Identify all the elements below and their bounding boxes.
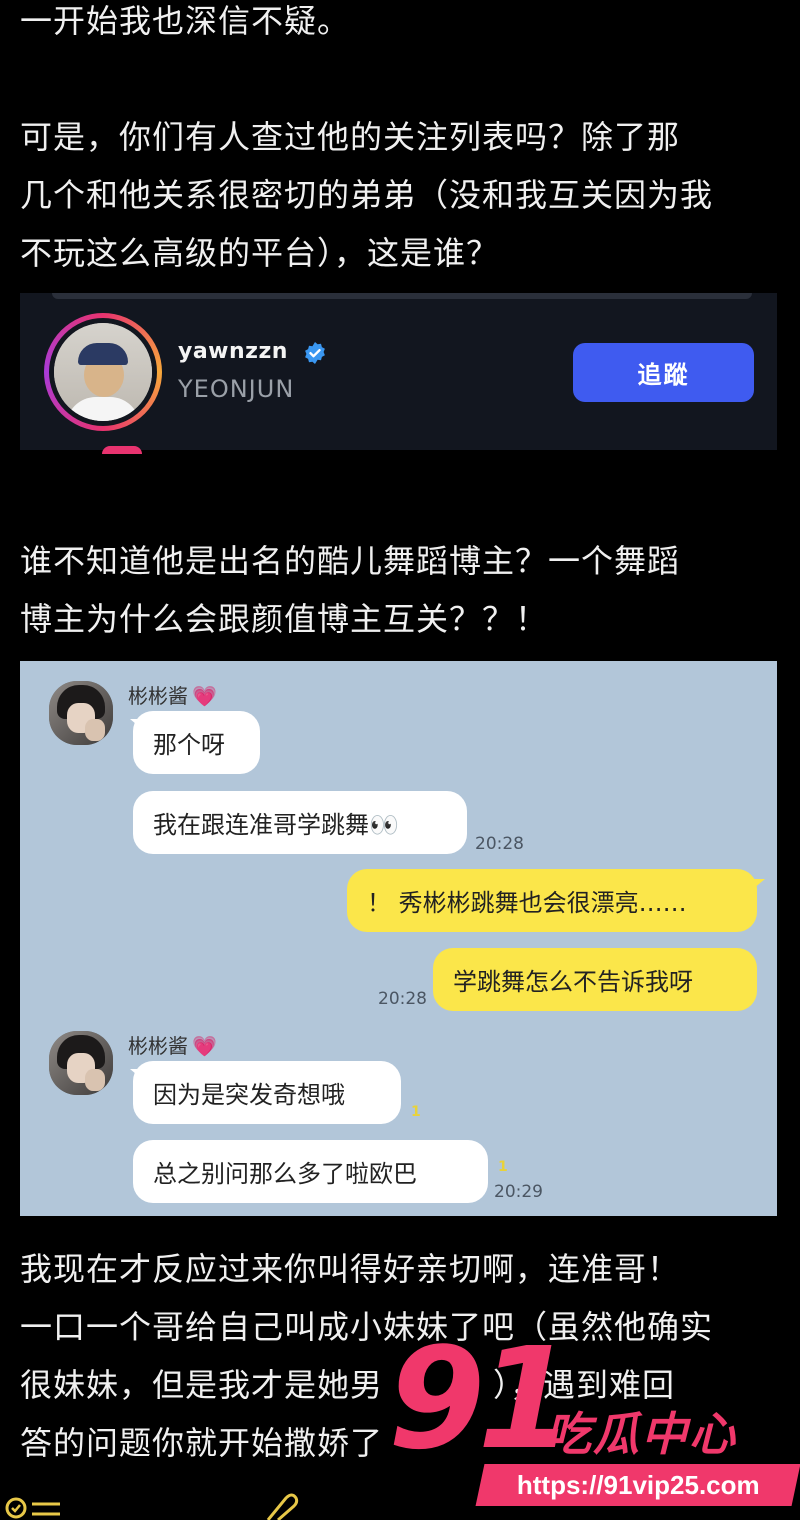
watermark-number: 91	[388, 1318, 575, 1481]
message-time: 20:29	[494, 1182, 543, 1202]
chat-screenshot: 彬彬酱 💗 那个呀 我在跟连准哥学跳舞👀 20:28 ！ 秀彬彬跳舞也会很漂亮………	[20, 661, 777, 1216]
verified-badge-icon	[305, 342, 325, 364]
display-name: YEONJUN	[178, 375, 295, 403]
next-story-ring	[102, 446, 142, 454]
story-ring[interactable]	[44, 313, 162, 431]
post-paragraph-1: 一开始我也深信不疑。	[20, 0, 790, 50]
post-line: 一开始我也深信不疑。	[20, 2, 351, 40]
unread-count: 1	[498, 1159, 508, 1175]
username[interactable]: yawnzzn	[178, 339, 288, 364]
list-icon[interactable]	[4, 1490, 64, 1520]
message-time: 20:28	[378, 989, 427, 1009]
contact-name: 彬彬酱 💗	[128, 1030, 217, 1059]
follow-card: yawnzzn YEONJUN 追蹤	[20, 293, 777, 454]
post-line: 可是，你们有人查过他的关注列表吗？除了那	[20, 118, 681, 156]
post-line: 谁不知道他是出名的酷儿舞蹈博主？一个舞蹈	[20, 542, 681, 580]
post-line: 不玩这么高级的平台），这是谁？	[20, 234, 500, 272]
card-divider	[52, 293, 752, 299]
bottom-toolbar	[0, 1490, 800, 1520]
post-paragraph-2: 可是，你们有人查过他的关注列表吗？除了那 几个和他关系很密切的弟弟（没和我互关因…	[20, 108, 790, 282]
paperclip-icon[interactable]	[260, 1490, 300, 1520]
unread-count: 1	[411, 1104, 421, 1120]
post-line: 博主为什么会跟颜值博主互关？？！	[20, 600, 549, 638]
heart-icon: 💗	[192, 1034, 217, 1058]
watermark-brand: 吃瓜中心	[545, 1407, 737, 1461]
contact-avatar[interactable]	[49, 1031, 113, 1095]
post-line: 几个和他关系很密切的弟弟（没和我互关因为我	[20, 176, 714, 214]
message-bubble[interactable]: 总之别问那么多了啦欧巴	[133, 1140, 488, 1203]
contact-name: 彬彬酱 💗	[128, 680, 217, 709]
message-bubble[interactable]: 因为是突发奇想哦	[133, 1061, 401, 1124]
follow-button[interactable]: 追蹤	[573, 343, 754, 402]
profile-avatar	[54, 323, 152, 421]
message-time: 20:28	[475, 834, 524, 854]
contact-name-text: 彬彬酱	[128, 1034, 188, 1058]
contact-name-text: 彬彬酱	[128, 684, 188, 708]
post-line: 很妹妹，但是我才是她男	[20, 1366, 384, 1404]
heart-icon: 💗	[192, 684, 217, 708]
post-paragraph-3: 谁不知道他是出名的酷儿舞蹈博主？一个舞蹈 博主为什么会跟颜值博主互关？？！	[20, 532, 790, 648]
my-message-bubble[interactable]: 学跳舞怎么不告诉我呀	[433, 948, 757, 1011]
message-bubble[interactable]: 我在跟连准哥学跳舞👀	[133, 791, 467, 854]
my-message-bubble[interactable]: ！ 秀彬彬跳舞也会很漂亮……	[347, 869, 757, 932]
message-bubble[interactable]: 那个呀	[133, 711, 260, 774]
post-line: 我现在才反应过来你叫得好亲切啊，连准哥！	[20, 1250, 681, 1288]
contact-avatar[interactable]	[49, 681, 113, 745]
